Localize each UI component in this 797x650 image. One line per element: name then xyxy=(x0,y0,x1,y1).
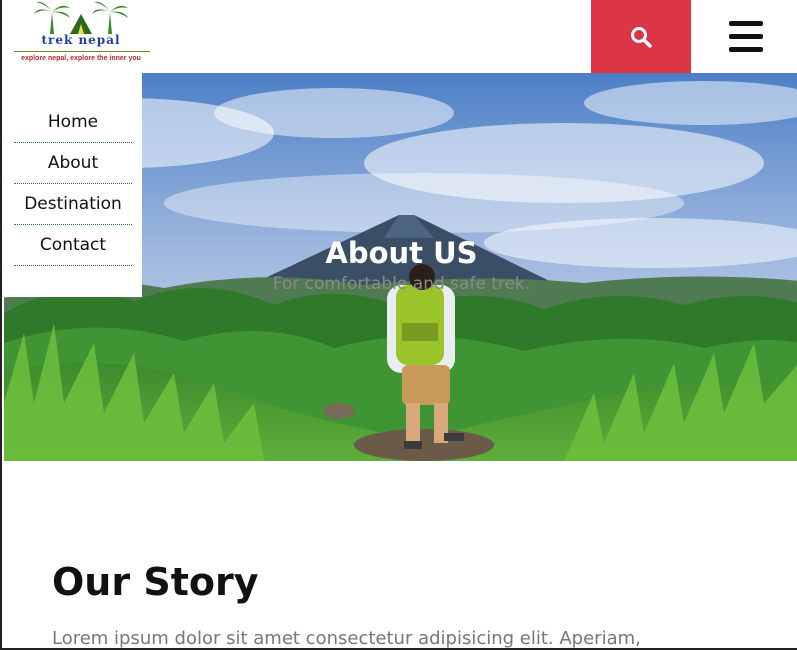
palm-tent-logo-icon xyxy=(34,1,128,34)
search-icon xyxy=(631,26,652,48)
logo-divider xyxy=(14,51,150,52)
story-paragraph: Lorem ipsum dolor sit amet consectetur a… xyxy=(52,628,641,649)
brand-name: trek nepal xyxy=(41,33,121,47)
brand-tagline: explore nepal, explore the inner you xyxy=(21,55,141,62)
search-button[interactable] xyxy=(591,0,691,73)
menu-bar xyxy=(729,47,763,52)
menu-bar xyxy=(729,34,763,39)
menu-bar xyxy=(729,21,763,26)
nav-item-contact[interactable]: Contact xyxy=(14,225,132,266)
nav-item-destination[interactable]: Destination xyxy=(14,184,132,225)
hamburger-menu-button[interactable] xyxy=(724,18,768,56)
page: About US For comfortable and safe trek. xyxy=(0,0,797,650)
nav-item-home[interactable]: Home xyxy=(14,102,132,143)
nav-item-about[interactable]: About xyxy=(14,143,132,184)
site-header: trek nepal explore nepal, explore the in… xyxy=(2,0,797,73)
nav-dropdown: Home About Destination Contact xyxy=(4,73,142,297)
brand-logo[interactable]: trek nepal explore nepal, explore the in… xyxy=(10,0,152,68)
story-heading: Our Story xyxy=(52,560,259,604)
